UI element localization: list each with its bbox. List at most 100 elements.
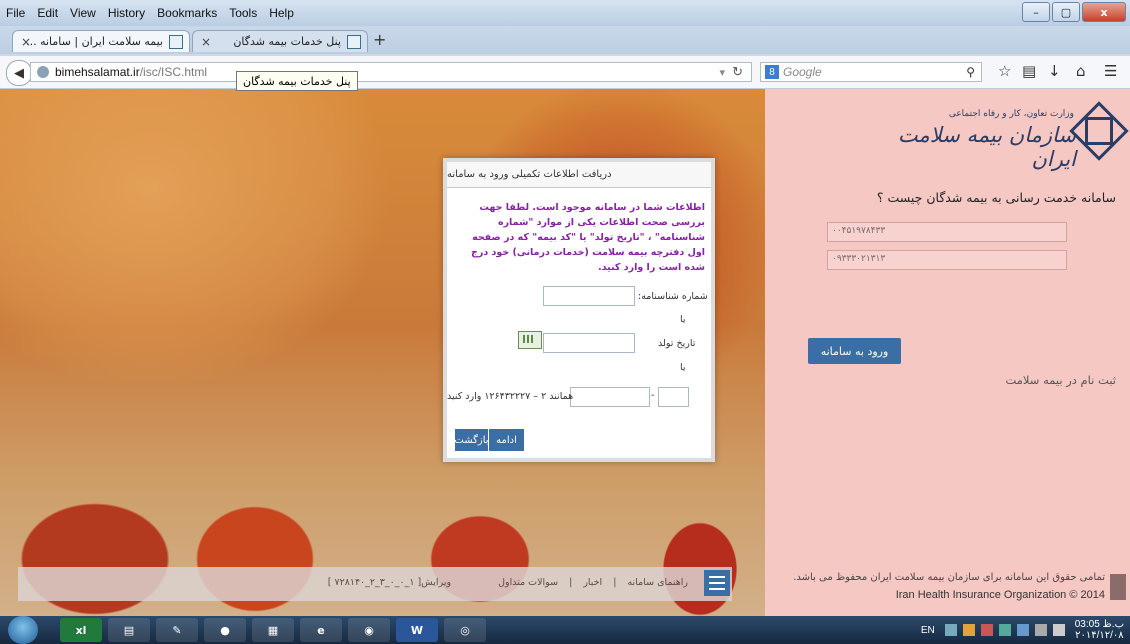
url-host: bimehsalamat.ir xyxy=(55,65,140,79)
dialog-title: دریافت اطلاعات تکمیلی ورود به سامانه xyxy=(447,162,711,188)
reload-icon[interactable]: ↻ xyxy=(732,64,743,80)
menu-bookmarks[interactable]: Bookmarks xyxy=(157,6,217,20)
national-code-input[interactable]: ۰۰۴۵۱۹۷۸۴۳۳ xyxy=(827,222,1067,242)
news-link[interactable]: اخبار xyxy=(583,577,602,588)
search-engine-icon[interactable]: 8 xyxy=(765,65,779,79)
hamburger-menu-icon[interactable] xyxy=(704,570,730,596)
menu-view[interactable]: View xyxy=(70,6,96,20)
menu-bar: File Edit View History Bookmarks Tools H… xyxy=(6,4,306,22)
globe-icon xyxy=(37,66,49,78)
register-link[interactable]: ثبت نام در بیمه سلامت xyxy=(900,373,1116,387)
calendar-icon[interactable] xyxy=(518,331,542,349)
faq-link[interactable]: سوالات متداول xyxy=(498,577,558,588)
help-link[interactable]: راهنمای سامانه xyxy=(627,577,688,588)
separator: | xyxy=(569,577,573,588)
back-icon[interactable]: ◀ xyxy=(6,60,32,86)
network-icon[interactable] xyxy=(1034,624,1047,636)
menu-edit[interactable]: Edit xyxy=(37,6,58,20)
or-label: یا xyxy=(680,314,686,325)
tab-close-icon[interactable]: × xyxy=(201,35,211,49)
home-icon[interactable]: ⌂ xyxy=(1076,62,1086,80)
menu-history[interactable]: History xyxy=(108,6,145,20)
verification-dialog: دریافت اطلاعات تکمیلی ورود به سامانه اطل… xyxy=(443,158,715,462)
version-text: ویرایش[ ۱_۰_۰_۳_۲_۷۲۸۱۴۰ ] xyxy=(327,577,452,588)
download-icon[interactable]: ↓ xyxy=(1048,62,1061,80)
new-tab-button[interactable]: + xyxy=(373,30,386,49)
birth-date-input[interactable] xyxy=(543,333,635,353)
panel-question-heading: سامانه خدمت رسانی به بیمه شدگان چیست ؟ xyxy=(876,190,1116,205)
logo-inner-icon xyxy=(1085,117,1113,145)
tray-app-icon[interactable] xyxy=(998,624,1011,636)
copyright-text-en: Iran Health Insurance Organization © 201… xyxy=(895,589,1105,601)
back-button[interactable]: بازگشت xyxy=(454,429,489,451)
menu-help[interactable]: Help xyxy=(269,6,294,20)
system-tray: EN 03:05 ب.ظ ۲۰۱۴/۱۲/۰۸ xyxy=(921,616,1124,644)
tab-bar: بیمه سلامت ایران | سامانه ... × پنل خدما… xyxy=(0,26,1130,54)
tray-app-icon[interactable] xyxy=(980,624,993,636)
internet-explorer-icon[interactable]: e xyxy=(300,618,342,642)
clock-date: ۲۰۱۴/۱۲/۰۸ xyxy=(1075,630,1124,641)
maximize-button[interactable]: ▢ xyxy=(1052,2,1080,22)
logo-ministry-text: وزارت تعاون، کار و رفاه اجتماعی xyxy=(948,109,1074,119)
calculator-icon[interactable]: ▦ xyxy=(252,618,294,642)
tray-app-icon[interactable] xyxy=(944,624,957,636)
app-icon[interactable]: ◎ xyxy=(444,618,486,642)
code-hint: همانند ۲ – ۱۲۶۴۳۲۲۲۷ وارد کنید xyxy=(447,391,574,402)
tab-bimeh-salamat[interactable]: بیمه سلامت ایران | سامانه ... × xyxy=(12,30,190,52)
logo-org-name: سازمان بیمه سلامت ایران xyxy=(897,123,1076,171)
menu-icon[interactable]: ☰ xyxy=(1104,62,1117,80)
tab-close-icon[interactable]: × xyxy=(21,35,31,49)
search-placeholder: Google xyxy=(783,65,822,79)
firefox-icon[interactable]: ● xyxy=(204,618,246,642)
minimize-button[interactable]: – xyxy=(1022,2,1050,22)
file-explorer-icon[interactable]: ▤ xyxy=(108,618,150,642)
menu-file[interactable]: File xyxy=(6,6,25,20)
code-dash: - xyxy=(651,390,655,401)
windows-taskbar: xl ▤ ✎ ● ▦ e ◉ W ◎ EN 03:05 ب.ظ ۲۰۱۴/۱۲/… xyxy=(0,616,1130,644)
clock-time: 03:05 ب.ظ xyxy=(1074,619,1124,630)
id-number-input[interactable] xyxy=(543,286,635,306)
bookmarks-icon[interactable]: ▤ xyxy=(1022,62,1036,80)
separator: | xyxy=(613,577,617,588)
clock[interactable]: 03:05 ب.ظ ۲۰۱۴/۱۲/۰۸ xyxy=(1075,619,1124,641)
window-controls: – ▢ x xyxy=(1020,2,1126,22)
flag-icon[interactable] xyxy=(1016,624,1029,636)
footer-links: راهنمای سامانه | اخبار | سوالات متداول و… xyxy=(324,577,692,588)
tray-app-icon[interactable] xyxy=(962,624,975,636)
url-path: /isc/ISC.html xyxy=(139,65,208,79)
star-icon[interactable]: ☆ xyxy=(998,62,1011,80)
dropdown-icon[interactable]: ▾ xyxy=(719,66,725,79)
excel-icon[interactable]: xl xyxy=(60,618,102,642)
start-button[interactable] xyxy=(8,616,38,644)
tab-label: پنل خدمات بیمه شدگان xyxy=(233,35,341,48)
footer-bar: راهنمای سامانه | اخبار | سوالات متداول و… xyxy=(18,567,732,601)
navigation-bar: ◀ bimehsalamat.ir/isc/ISC.html ▾ ↻ 8 Goo… xyxy=(0,56,1130,89)
continue-button[interactable]: ادامه xyxy=(489,429,524,451)
mobile-number-input[interactable]: ۰۹۳۳۳۰۲۱۳۱۳ xyxy=(827,250,1067,270)
tab-tooltip: پنل خدمات بیمه شدگان xyxy=(236,71,358,91)
tab-service-panel[interactable]: پنل خدمات بیمه شدگان × xyxy=(192,30,368,52)
tab-label: بیمه سلامت ایران | سامانه ... xyxy=(26,35,163,48)
or-label: یا xyxy=(680,362,686,373)
birth-date-label: تاریخ تولد xyxy=(658,338,696,349)
insurance-code-input[interactable] xyxy=(570,387,650,407)
search-bar[interactable]: 8 Google ⚲ xyxy=(760,62,982,82)
site-favicon-icon xyxy=(169,34,183,49)
url-bar[interactable]: bimehsalamat.ir/isc/ISC.html ▾ ↻ xyxy=(30,62,752,82)
language-indicator[interactable]: EN xyxy=(921,625,935,636)
login-button[interactable]: ورود به سامانه xyxy=(808,338,901,364)
volume-icon[interactable] xyxy=(1052,624,1065,636)
site-favicon-icon xyxy=(347,34,361,49)
chrome-icon[interactable]: ◉ xyxy=(348,618,390,642)
search-icon[interactable]: ⚲ xyxy=(966,65,975,79)
close-window-button[interactable]: x xyxy=(1082,2,1126,22)
app-icon[interactable]: ✎ xyxy=(156,618,198,642)
window-titlebar: File Edit View History Bookmarks Tools H… xyxy=(0,0,1130,26)
side-tab-icon[interactable] xyxy=(1110,574,1126,600)
insurance-code-suffix-input[interactable] xyxy=(658,387,689,407)
copyright-text-fa: تمامی حقوق این سامانه برای سازمان بیمه س… xyxy=(793,572,1105,583)
word-icon[interactable]: W xyxy=(396,618,438,642)
dialog-message: اطلاعات شما در سامانه موجود است. لطفا جه… xyxy=(471,202,705,273)
id-number-label: شماره شناسنامه: xyxy=(638,291,708,302)
menu-tools[interactable]: Tools xyxy=(229,6,257,20)
